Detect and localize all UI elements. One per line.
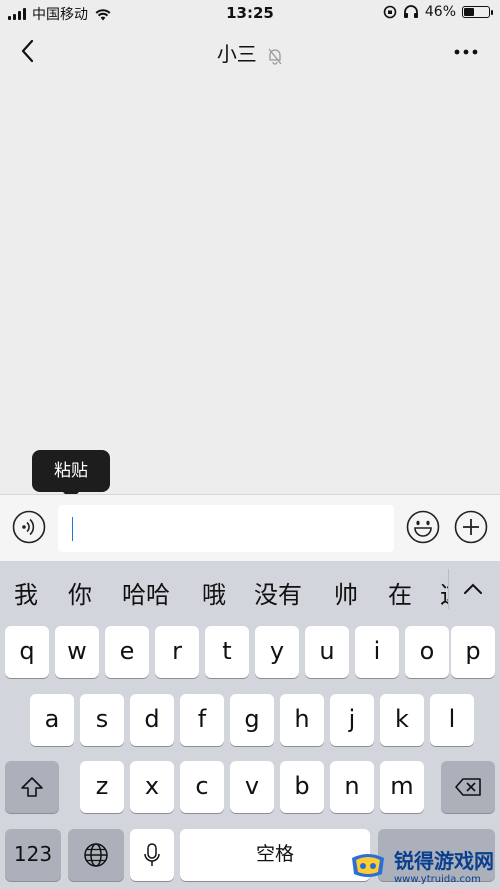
key-b[interactable]: b <box>280 761 324 813</box>
key-p[interactable]: p <box>451 626 495 678</box>
chat-title: 小三 <box>0 38 500 67</box>
message-input[interactable] <box>58 505 394 552</box>
key-e[interactable]: e <box>105 626 149 678</box>
chevron-up-icon[interactable] <box>458 577 488 601</box>
paste-tooltip[interactable]: 粘贴 <box>32 450 110 500</box>
key-u[interactable]: u <box>305 626 349 678</box>
paste-label: 粘贴 <box>54 461 88 481</box>
watermark-logo-icon <box>352 854 384 877</box>
candidate-word[interactable]: 在 <box>388 575 412 610</box>
key-y[interactable]: y <box>255 626 299 678</box>
rotation-lock-icon <box>383 5 397 19</box>
key-l[interactable]: l <box>430 694 474 746</box>
key-z[interactable]: z <box>80 761 124 813</box>
key-g[interactable]: g <box>230 694 274 746</box>
headphones-icon <box>403 5 418 18</box>
key-f[interactable]: f <box>180 694 224 746</box>
battery-percent: 46% <box>424 4 456 20</box>
battery-icon <box>462 6 493 18</box>
candidate-word-partial[interactable]: 这 <box>440 575 448 610</box>
key-k[interactable]: k <box>380 694 424 746</box>
key-h[interactable]: h <box>280 694 324 746</box>
numbers-key[interactable]: 123 <box>5 829 61 881</box>
key-i[interactable]: i <box>355 626 399 678</box>
watermark-title: 锐得游戏网 <box>394 849 494 873</box>
key-t[interactable]: t <box>205 626 249 678</box>
microphone-icon <box>144 843 160 866</box>
voice-input-icon[interactable] <box>12 510 46 544</box>
backspace-icon <box>455 778 481 796</box>
contact-name: 小三 <box>216 42 257 66</box>
key-v[interactable]: v <box>230 761 274 813</box>
key-n[interactable]: n <box>330 761 374 813</box>
key-c[interactable]: c <box>180 761 224 813</box>
key-r[interactable]: r <box>155 626 199 678</box>
key-a[interactable]: a <box>30 694 74 746</box>
shift-key[interactable] <box>5 761 59 813</box>
message-input-bar <box>0 494 500 561</box>
delete-key[interactable] <box>441 761 495 813</box>
key-j[interactable]: j <box>330 694 374 746</box>
shift-icon <box>21 777 43 797</box>
site-watermark: 锐得游戏网 www.ytruida.com <box>348 845 494 885</box>
microphone-key[interactable] <box>130 829 174 881</box>
emoji-icon[interactable] <box>406 510 440 544</box>
keyboard: 我 你 哈哈 哦 没有 帅 在 这 q w e r t y u i o p a … <box>0 561 500 889</box>
candidate-word[interactable]: 帅 <box>334 575 358 610</box>
candidate-word[interactable]: 哦 <box>202 575 226 610</box>
candidate-bar: 我 你 哈哈 哦 没有 帅 在 这 <box>0 561 500 619</box>
more-options-icon[interactable] <box>452 40 480 64</box>
key-d[interactable]: d <box>130 694 174 746</box>
candidate-word[interactable]: 你 <box>68 575 92 610</box>
key-q[interactable]: q <box>5 626 49 678</box>
status-right: 46% <box>383 4 493 20</box>
key-m[interactable]: m <box>380 761 424 813</box>
chat-header: 小三 <box>0 26 500 78</box>
key-w[interactable]: w <box>55 626 99 678</box>
watermark-url: www.ytruida.com <box>394 874 481 885</box>
globe-key[interactable] <box>68 829 124 881</box>
globe-icon <box>84 843 108 867</box>
space-key[interactable]: 空格 <box>180 829 370 881</box>
candidate-word[interactable]: 哈哈 <box>122 575 170 610</box>
key-o[interactable]: o <box>405 626 449 678</box>
key-s[interactable]: s <box>80 694 124 746</box>
mute-bell-icon <box>268 48 282 65</box>
add-more-icon[interactable] <box>454 510 488 544</box>
key-x[interactable]: x <box>130 761 174 813</box>
text-caret <box>72 517 73 541</box>
candidate-word[interactable]: 没有 <box>254 575 302 610</box>
watermark-text-block: 锐得游戏网 www.ytruida.com <box>394 845 494 885</box>
candidate-word[interactable]: 我 <box>14 575 38 610</box>
candidate-divider <box>448 569 449 609</box>
status-bar: 中国移动 13:25 46% <box>0 0 500 26</box>
